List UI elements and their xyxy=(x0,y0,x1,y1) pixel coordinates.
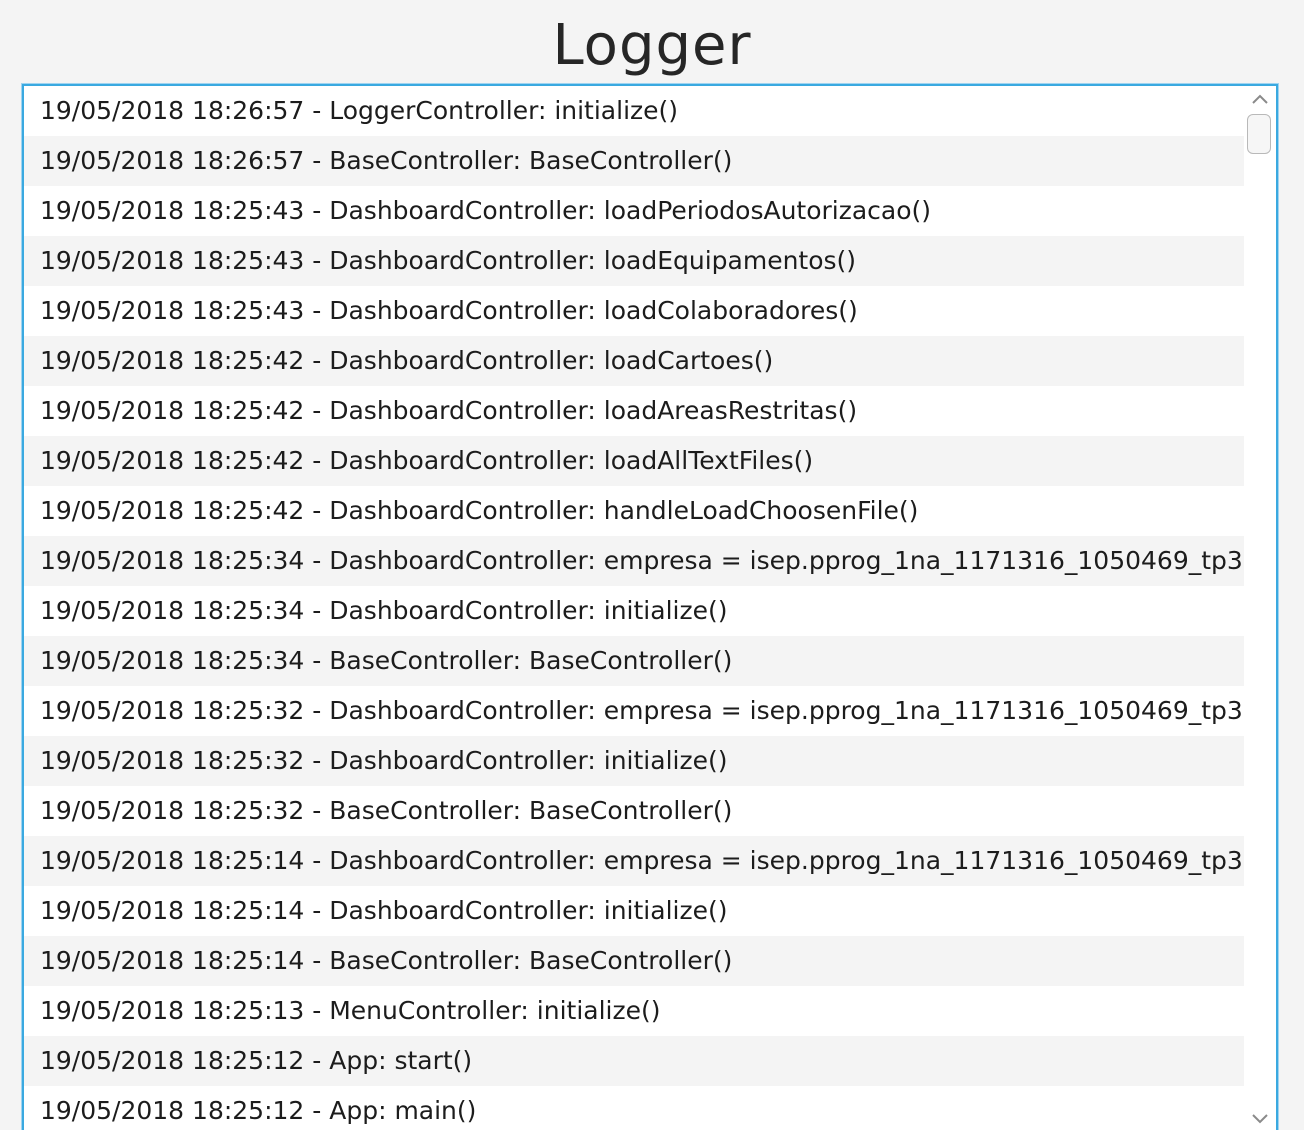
log-entry[interactable]: 19/05/2018 18:25:42 - DashboardControlle… xyxy=(24,386,1248,436)
log-entry[interactable]: 19/05/2018 18:26:57 - LoggerController: … xyxy=(24,86,1248,136)
log-entry[interactable]: 19/05/2018 18:25:34 - DashboardControlle… xyxy=(24,536,1248,586)
log-entry[interactable]: 19/05/2018 18:25:12 - App: main() xyxy=(24,1086,1248,1130)
log-entry[interactable]: 19/05/2018 18:25:42 - DashboardControlle… xyxy=(24,486,1248,536)
scrollbar-thumb[interactable] xyxy=(1247,114,1271,154)
log-entry[interactable]: 19/05/2018 18:25:12 - App: start() xyxy=(24,1036,1248,1086)
logger-window: Logger 19/05/2018 18:26:57 - LoggerContr… xyxy=(0,0,1304,1130)
log-entry[interactable]: 19/05/2018 18:25:32 - BaseController: Ba… xyxy=(24,786,1248,836)
log-entry[interactable]: 19/05/2018 18:25:32 - DashboardControlle… xyxy=(24,686,1248,736)
vertical-scrollbar[interactable] xyxy=(1244,86,1276,1130)
log-entry[interactable]: 19/05/2018 18:25:43 - DashboardControlle… xyxy=(24,236,1248,286)
log-entry[interactable]: 19/05/2018 18:25:14 - DashboardControlle… xyxy=(24,836,1248,886)
log-entry[interactable]: 19/05/2018 18:25:42 - DashboardControlle… xyxy=(24,436,1248,486)
log-entry[interactable]: 19/05/2018 18:25:34 - DashboardControlle… xyxy=(24,586,1248,636)
log-list: 19/05/2018 18:26:57 - LoggerController: … xyxy=(24,86,1248,1130)
log-entry[interactable]: 19/05/2018 18:25:14 - BaseController: Ba… xyxy=(24,936,1248,986)
log-entry[interactable]: 19/05/2018 18:25:14 - DashboardControlle… xyxy=(24,886,1248,936)
log-entry[interactable]: 19/05/2018 18:25:43 - DashboardControlle… xyxy=(24,186,1248,236)
log-entry[interactable]: 19/05/2018 18:25:42 - DashboardControlle… xyxy=(24,336,1248,386)
log-entry[interactable]: 19/05/2018 18:26:57 - BaseController: Ba… xyxy=(24,136,1248,186)
log-entry[interactable]: 19/05/2018 18:25:32 - DashboardControlle… xyxy=(24,736,1248,786)
log-entry[interactable]: 19/05/2018 18:25:43 - DashboardControlle… xyxy=(24,286,1248,336)
chevron-down-icon[interactable] xyxy=(1244,1108,1276,1130)
page-title: Logger xyxy=(552,13,752,78)
chevron-up-icon[interactable] xyxy=(1244,88,1276,112)
log-entry[interactable]: 19/05/2018 18:25:13 - MenuController: in… xyxy=(24,986,1248,1036)
log-list-view[interactable]: 19/05/2018 18:26:57 - LoggerController: … xyxy=(22,84,1278,1130)
log-entry[interactable]: 19/05/2018 18:25:34 - BaseController: Ba… xyxy=(24,636,1248,686)
